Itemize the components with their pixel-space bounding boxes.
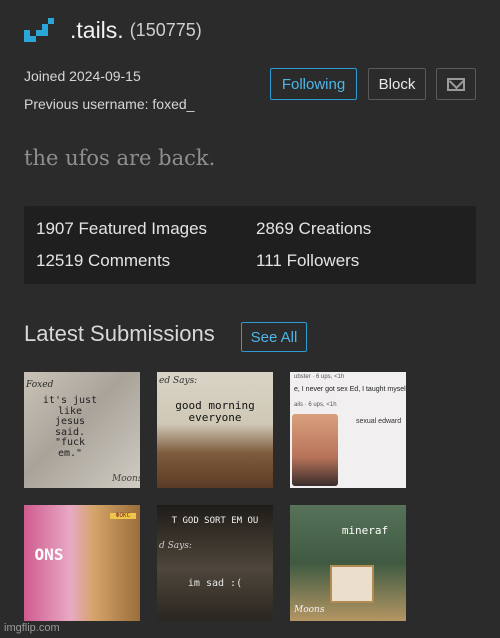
creations-count[interactable]: 2869 Creations [256,219,371,239]
submission-thumbnail[interactable]: ONS ФОКС [24,505,140,621]
latest-submissions-heading: Latest Submissions [24,321,215,346]
following-button[interactable]: Following [270,68,357,100]
thumbnail-caption: good morning everyone [175,399,255,424]
comment-text: e, I never got sex Ed, I taught mysel [294,386,406,393]
envelope-icon [447,77,465,91]
thumbnail-tag: ed Says: [159,376,198,386]
comment-reply: sexual edward [356,418,402,425]
user-points: (150775) [129,19,202,40]
imgflip-logo-icon[interactable] [22,16,58,44]
featured-images-count[interactable]: 1907 Featured Images [36,219,207,239]
submission-thumbnail[interactable]: T GOD SORT EM OU d Says: im sad :( [157,505,273,621]
thumbnail-caption: mineraf [341,524,389,537]
submission-thumbnail[interactable]: ubster · 6 ups, <1h e, I never got sex E… [290,372,406,488]
joined-date: Joined 2024-09-15 [24,68,141,84]
thumbnail-watermark: Moons [112,474,140,484]
thumbnail-top-text: T GOD SORT EM OU [171,516,259,526]
submission-thumbnail[interactable]: Foxed it's just like jesus said. "fuck e… [24,372,140,488]
message-button[interactable] [436,68,476,100]
submission-thumbnail[interactable]: mineraf Moons [290,505,406,621]
see-all-button[interactable]: See All [241,322,307,352]
thumbnail-tag: d Says: [159,541,192,551]
previous-username: Previous username: foxed_ [24,96,195,112]
comment-meta: ails · 6 ups, <1h [294,402,337,408]
user-bio: the ufos are back. [24,146,216,170]
thumbnail-figure [330,565,374,603]
username: .tails. [70,16,124,43]
thumbnail-caption: ONS [34,545,64,564]
profile-header: .tails. (150775) [22,16,202,44]
thumbnail-photo [292,414,338,486]
comment-meta: ubster · 6 ups, <1h [294,374,345,380]
followers-count[interactable]: 111 Followers [256,251,359,271]
stats-panel: 1907 Featured Images 2869 Creations 1251… [24,206,476,284]
thumbnail-tag: ФОКС [110,512,136,520]
thumbnail-caption: im sad :( [187,578,243,589]
submission-thumbnail[interactable]: ed Says: good morning everyone [157,372,273,488]
thumbnail-watermark: Moons [294,605,325,615]
thumbnail-caption: it's just like jesus said. "fuck em." [42,395,98,459]
block-button[interactable]: Block [368,68,426,100]
comments-count[interactable]: 12519 Comments [36,251,170,271]
thumbnail-tag: Foxed [26,380,54,390]
imgflip-watermark: imgflip.com [4,622,60,634]
